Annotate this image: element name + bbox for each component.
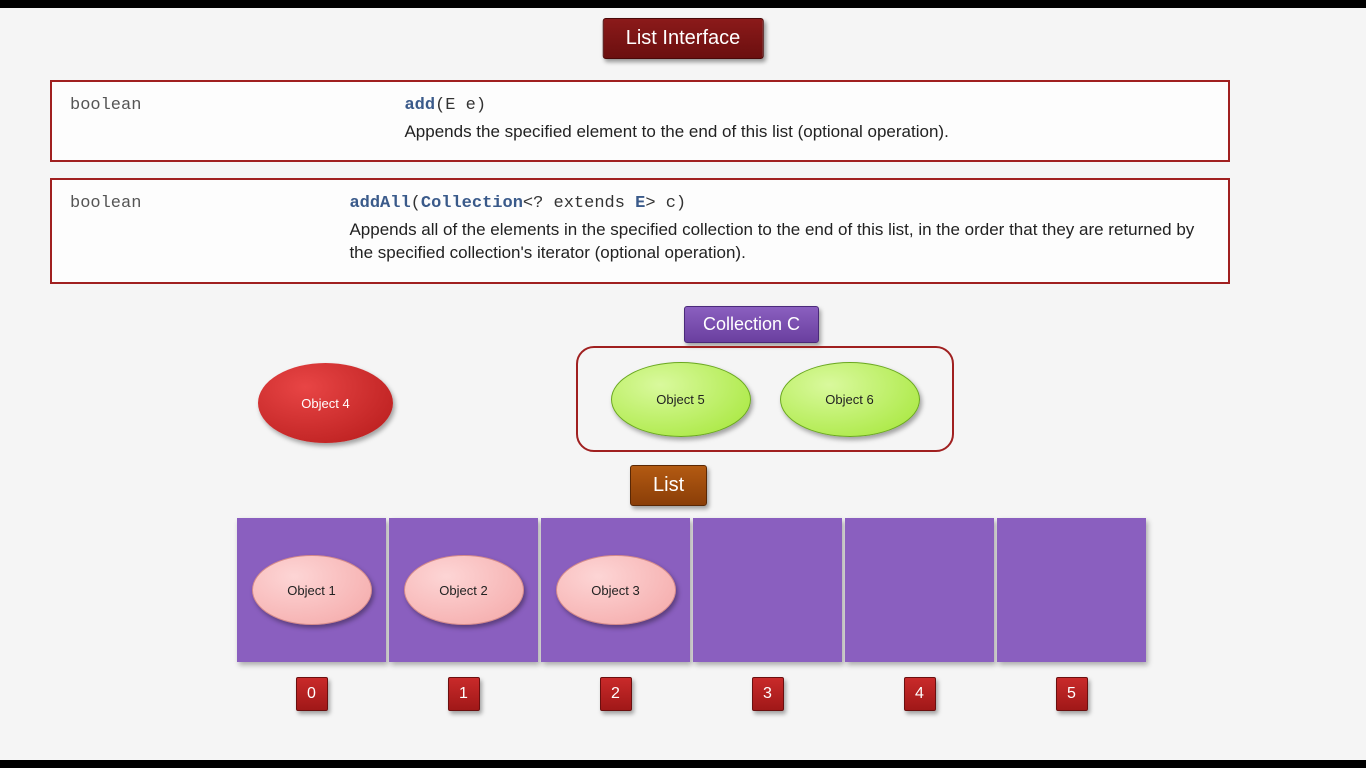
sig-bold-1: addAll: [349, 194, 410, 213]
loose-object: Object 4: [258, 363, 393, 443]
collection-label: Collection C: [684, 306, 819, 343]
method-description: Appends the specified element to the end…: [404, 121, 1204, 144]
index-0: 0: [296, 677, 328, 711]
index-2: 2: [600, 677, 632, 711]
method-description: Appends all of the elements in the speci…: [349, 219, 1209, 265]
sig-bold: add: [404, 96, 435, 115]
method-right: addAll(Collection<? extends E> c) Append…: [349, 194, 1209, 265]
list-cell-5: [997, 518, 1146, 662]
method-box-addall: boolean addAll(Collection<? extends E> c…: [50, 178, 1230, 284]
list-cell-0: Object 1: [237, 518, 386, 662]
list-cell-1: Object 2: [389, 518, 538, 662]
collection-box: Object 5 Object 6: [576, 346, 954, 452]
index-row: 0 1 2 3 4 5: [237, 676, 1146, 712]
return-type: boolean: [70, 96, 400, 115]
return-type: boolean: [70, 194, 345, 213]
index-4: 4: [904, 677, 936, 711]
title-badge: List Interface: [603, 18, 764, 59]
list-row: Object 1 Object 2 Object 3: [237, 518, 1146, 662]
sig-mid-3: > c): [645, 194, 686, 213]
index-5: 5: [1056, 677, 1088, 711]
method-signature: addAll(Collection<? extends E> c): [349, 194, 1209, 213]
index-1: 1: [448, 677, 480, 711]
sig-bold-2: Collection: [421, 194, 523, 213]
index-3: 3: [752, 677, 784, 711]
method-right: add(E e) Appends the specified element t…: [404, 96, 1204, 144]
list-object-0: Object 1: [252, 555, 372, 625]
sig-mid-2: <? extends: [523, 194, 635, 213]
sig-mid-1: (: [411, 194, 421, 213]
collection-item-1: Object 6: [780, 362, 920, 437]
collection-item-0: Object 5: [611, 362, 751, 437]
sig-rest: (E e): [435, 96, 486, 115]
list-cell-3: [693, 518, 842, 662]
list-object-1: Object 2: [404, 555, 524, 625]
method-signature: add(E e): [404, 96, 1204, 115]
method-box-add: boolean add(E e) Appends the specified e…: [50, 80, 1230, 162]
list-cell-2: Object 3: [541, 518, 690, 662]
list-label: List: [630, 465, 707, 506]
list-object-2: Object 3: [556, 555, 676, 625]
list-cell-4: [845, 518, 994, 662]
sig-bold-3: E: [635, 194, 645, 213]
